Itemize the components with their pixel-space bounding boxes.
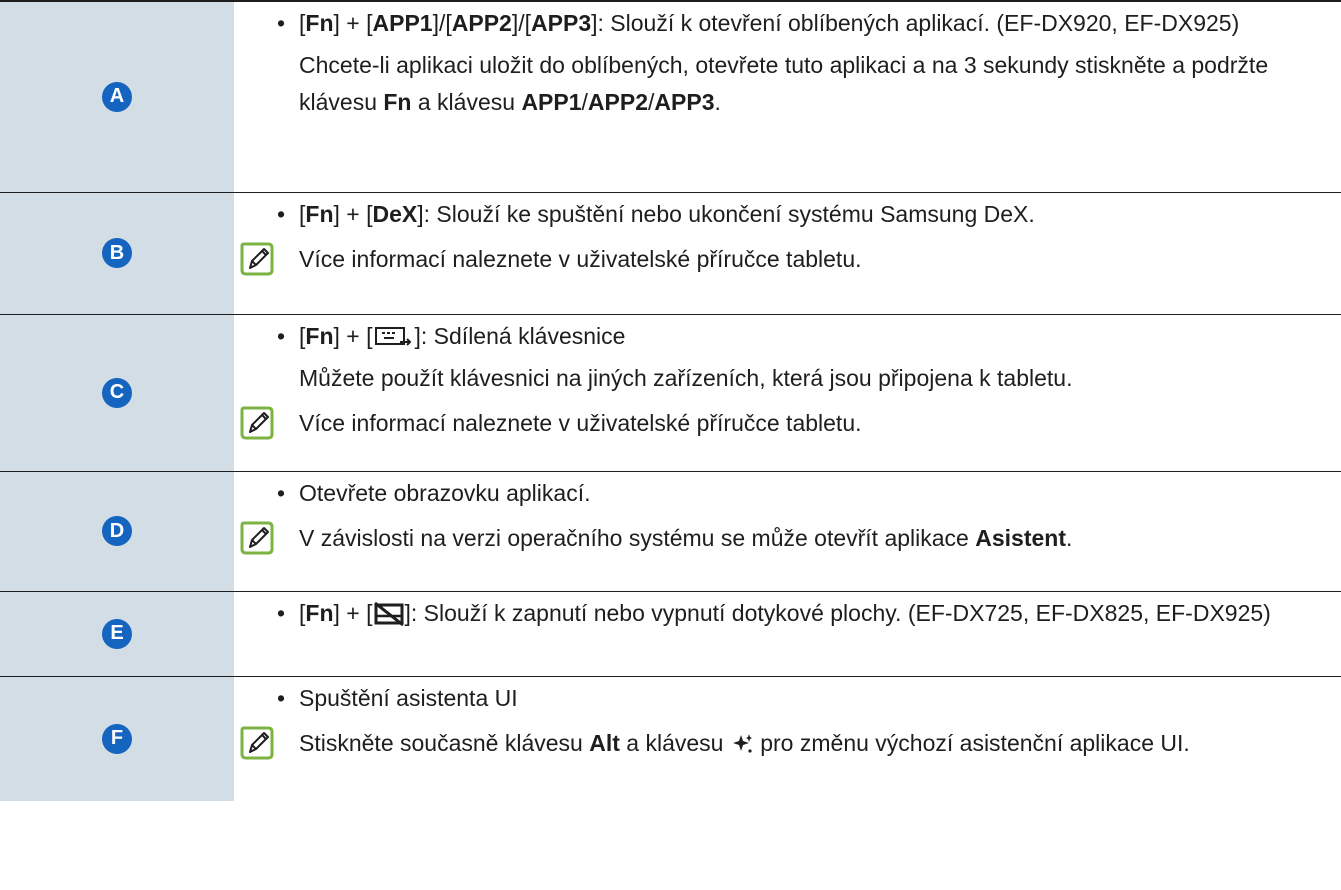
list-item: Otevřete obrazovku aplikací.	[277, 475, 1327, 512]
badge-c: C	[102, 377, 132, 408]
table-row: F Spuštění asistenta UI Stiskněte součas…	[0, 675, 1341, 801]
table-row: E [Fn] + []: Slouží k zapnutí nebo vypnu…	[0, 590, 1341, 676]
badge-e: E	[102, 618, 132, 649]
note: Více informací naleznete v uživatelské p…	[239, 241, 1327, 278]
list-item: [Fn] + [APP1]/[APP2]/[APP3]: Slouží k ot…	[277, 5, 1327, 42]
note: V závislosti na verzi operačního systému…	[239, 520, 1327, 557]
share-keyboard-icon	[374, 327, 411, 347]
ai-sparkle-icon	[732, 734, 752, 754]
badge-a: A	[102, 81, 132, 112]
note-icon	[239, 725, 275, 761]
table-row: D Otevřete obrazovku aplikací. V závislo…	[0, 470, 1341, 591]
paragraph: Můžete použít klávesnici na jiných zaříz…	[299, 364, 1073, 391]
note: Více informací naleznete v uživatelské p…	[239, 405, 1327, 442]
list-item: Spuštění asistenta UI	[277, 680, 1327, 717]
note-icon	[239, 520, 275, 556]
note: Stiskněte současně klávesu Alt a klávesu…	[239, 725, 1327, 762]
badge-d: D	[102, 516, 132, 546]
note-icon	[239, 241, 275, 277]
list-item: [Fn] + []: Slouží k zapnutí nebo vypnutí…	[277, 595, 1327, 632]
list-item: [Fn] + []: Sdílená klávesnice	[277, 318, 1327, 355]
paragraph: Chcete-li aplikaci uložit do oblíbených,…	[299, 52, 1269, 115]
table-row: B [Fn] + [DeX]: Slouží ke spuštění nebo …	[0, 191, 1341, 314]
badge-b: B	[102, 238, 132, 268]
list-item: [Fn] + [DeX]: Slouží ke spuštění nebo uk…	[277, 196, 1327, 233]
table-row: A [Fn] + [APP1]/[APP2]/[APP3]: Slouží k …	[0, 0, 1341, 192]
note-icon	[239, 405, 275, 441]
shortcut-table: A [Fn] + [APP1]/[APP2]/[APP3]: Slouží k …	[0, 0, 1341, 801]
touchpad-off-icon	[373, 602, 404, 627]
table-row: C [Fn] + []: Sdílená klávesnice Můžete p…	[0, 313, 1341, 471]
badge-f: F	[102, 723, 132, 754]
